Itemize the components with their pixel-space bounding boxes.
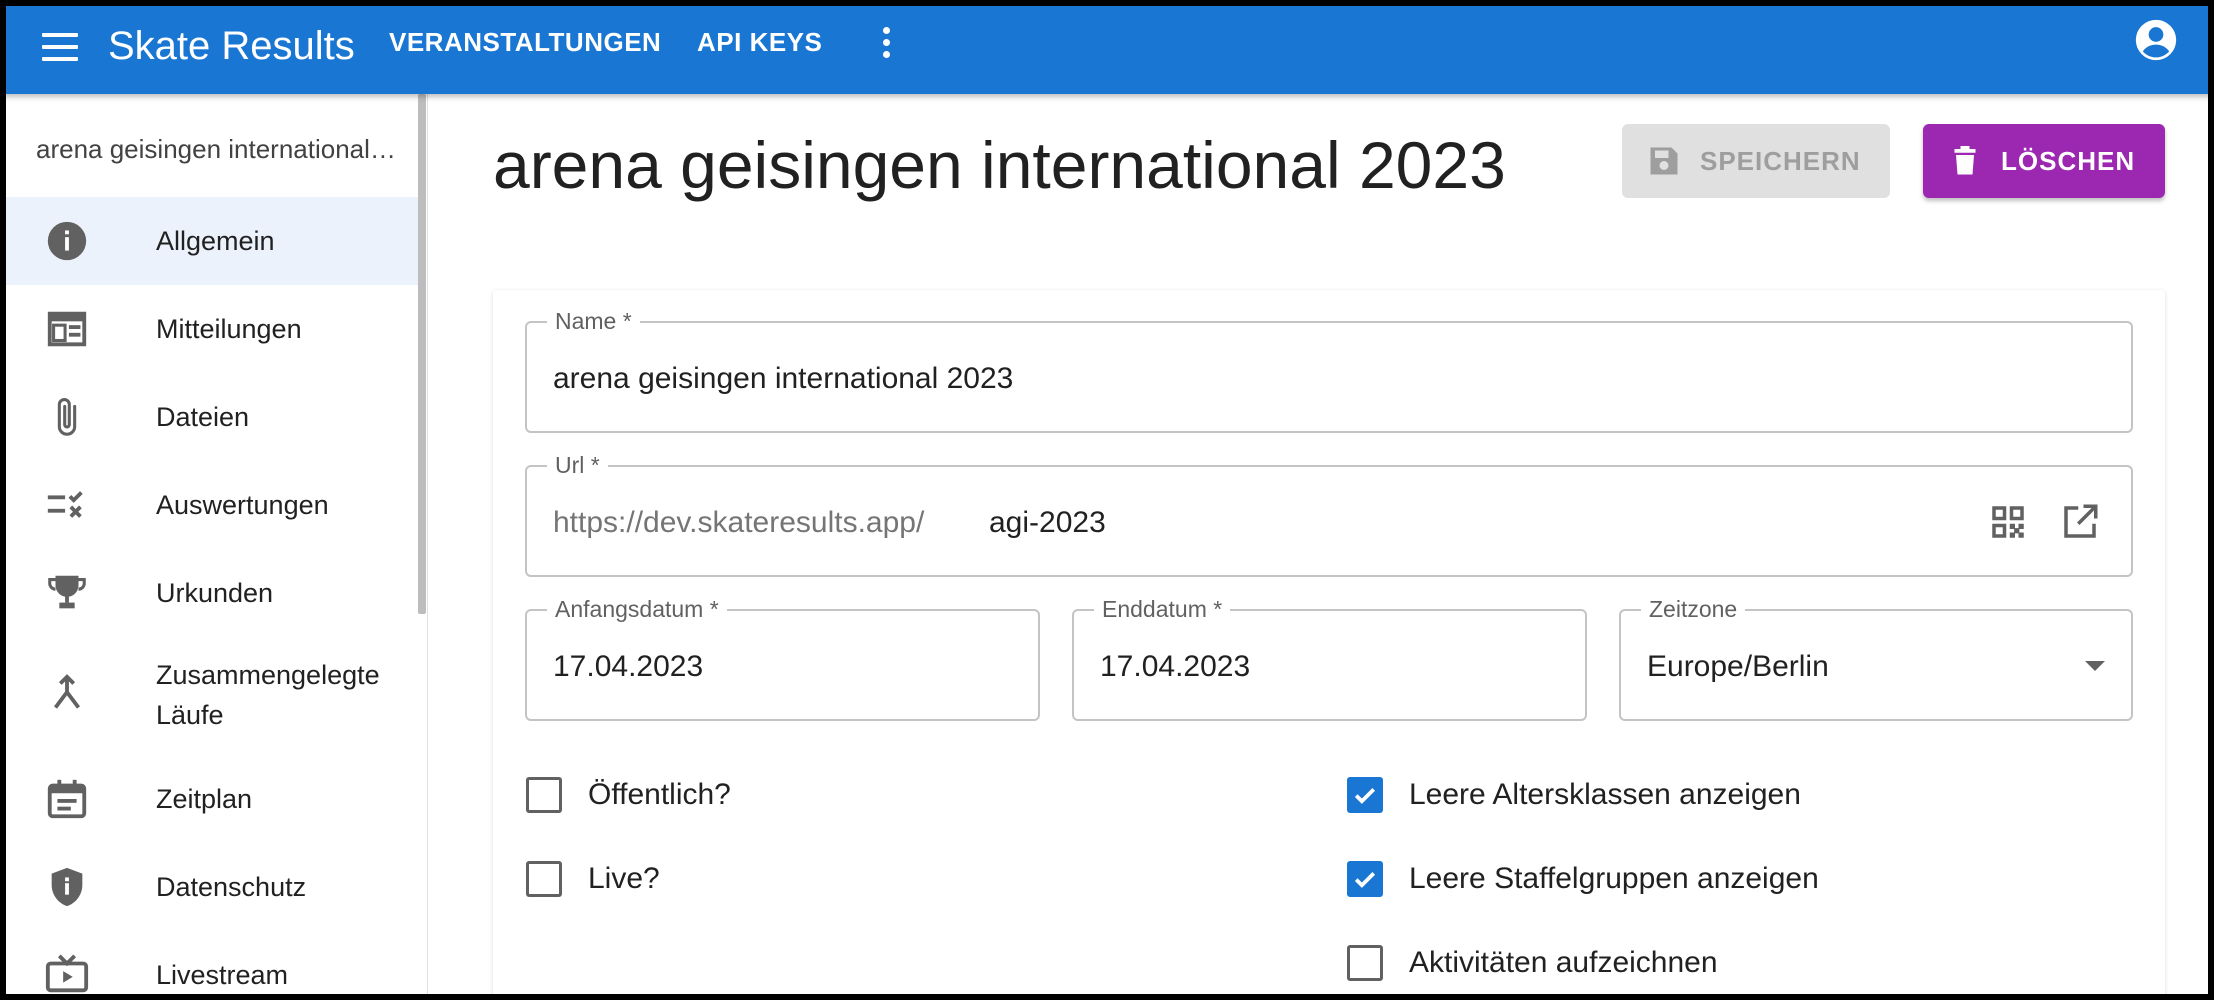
checkbox-box[interactable] [526,861,562,897]
more-vert-icon[interactable] [876,22,896,62]
sidebar-scrollbar[interactable] [418,94,426,614]
end-date-field[interactable]: Enddatum * 17.04.2023 [1072,594,1587,721]
account-circle-icon[interactable] [2134,18,2178,62]
newspaper-icon [47,311,87,347]
timezone-select[interactable]: Zeitzone Europe/Berlin [1619,594,2133,721]
name-input[interactable]: arena geisingen international 2023 [553,359,1013,399]
checkbox-oeffentlich[interactable]: Öffentlich? [526,777,731,813]
save-icon [1650,147,1678,175]
app-bar: Skate Results VERANSTALTUNGEN API KEYS [0,0,2214,94]
sidebar-item-label: Datenschutz [156,872,307,902]
sidebar-event-title: arena geisingen international 2023 [36,134,396,164]
nav-api-keys[interactable]: API KEYS [697,22,822,62]
checkbox-box[interactable] [1347,861,1383,897]
nav-veranstaltungen[interactable]: VERANSTALTUNGEN [389,22,661,62]
open-in-new-icon[interactable] [2059,501,2101,543]
start-date-input[interactable]: 17.04.2023 [553,647,703,687]
sidebar-item-dateien[interactable]: Dateien [0,373,420,461]
checkbox-label: Öffentlich? [588,778,731,811]
calendar-icon [47,779,87,819]
trash-icon [1954,146,1976,175]
checkbox-leere-altersklassen[interactable]: Leere Altersklassen anzeigen [1347,777,1801,813]
delete-label: LÖSCHEN [2001,145,2136,176]
checkbox-label: Aktivitäten aufzeichnen [1409,946,1718,979]
url-field[interactable]: Url * https://dev.skateresults.app/ agi-… [525,450,2133,577]
menu-icon[interactable] [38,25,82,69]
checkbox-box[interactable] [1347,945,1383,981]
sidebar: arena geisingen international 2023 Allge… [0,94,428,1000]
check-icon [1354,788,1376,804]
checkbox-label: Leere Staffelgruppen anzeigen [1409,862,1819,895]
shield-icon [51,867,83,907]
checkbox-label: Live? [588,862,660,895]
check-icon [1354,872,1376,888]
end-date-input[interactable]: 17.04.2023 [1100,647,1250,687]
sidebar-item-label: Livestream [156,960,289,990]
sidebar-item-mitteilungen[interactable]: Mitteilungen [0,285,420,373]
sidebar-item-allgemein[interactable]: Allgemein [0,197,420,285]
sidebar-item-label: Urkunden [156,578,274,608]
merge-icon [53,674,81,709]
page-title: arena geisingen international 2023 [493,128,1506,202]
paperclip-icon [57,398,77,436]
delete-button[interactable]: LÖSCHEN [1923,124,2165,198]
save-label: SPEICHERN [1700,145,1861,176]
start-date-field[interactable]: Anfangsdatum * 17.04.2023 [525,594,1040,721]
url-label: Url * [547,450,608,480]
checkbox-label: Leere Altersklassen anzeigen [1409,778,1801,811]
end-date-label: Enddatum * [1094,594,1231,624]
tv-icon [45,954,89,993]
url-prefix: https://dev.skateresults.app/ [553,506,925,539]
sidebar-item-zusammengelegte-laeufe[interactable]: Zusammengelegte Läufe [0,637,420,755]
sidebar-item-zeitplan[interactable]: Zeitplan [0,755,420,843]
timezone-label: Zeitzone [1641,594,1746,624]
checkbox-box[interactable] [1347,777,1383,813]
sidebar-item-urkunden[interactable]: Urkunden [0,549,420,637]
checkbox-leere-staffelgruppen[interactable]: Leere Staffelgruppen anzeigen [1347,861,1819,897]
sidebar-item-label: Auswertungen [156,490,329,520]
sidebar-item-datenschutz[interactable]: Datenschutz [0,843,420,931]
checklist-icon [47,491,83,518]
timezone-value[interactable]: Europe/Berlin [1647,647,1829,687]
checkbox-aktivitaeten[interactable]: Aktivitäten aufzeichnen [1347,945,1718,981]
app-title[interactable]: Skate Results [108,18,355,74]
sidebar-item-label: Allgemein [156,226,275,256]
checkbox-live[interactable]: Live? [526,861,660,897]
name-label: Name * [547,306,640,336]
sidebar-item-label: Mitteilungen [156,314,302,344]
sidebar-item-label: Zeitplan [156,784,253,814]
dropdown-arrow-icon[interactable] [2085,661,2105,671]
url-input[interactable]: agi-2023 [989,503,1106,543]
start-date-label: Anfangsdatum * [547,594,727,624]
info-icon [47,221,87,261]
checkbox-box[interactable] [526,777,562,813]
sidebar-item-auswertungen[interactable]: Auswertungen [0,461,420,549]
name-field[interactable]: Name * arena geisingen international 202… [525,306,2133,433]
qr-code-icon[interactable] [1987,501,2029,543]
sidebar-item-label: Dateien [156,402,250,432]
trophy-icon [48,575,86,609]
sidebar-item-livestream[interactable]: Livestream [0,931,420,1000]
save-button[interactable]: SPEICHERN [1622,124,1890,198]
sidebar-item-label-line2: Läufe [156,700,224,730]
sidebar-item-label: Zusammengelegte [156,660,380,690]
